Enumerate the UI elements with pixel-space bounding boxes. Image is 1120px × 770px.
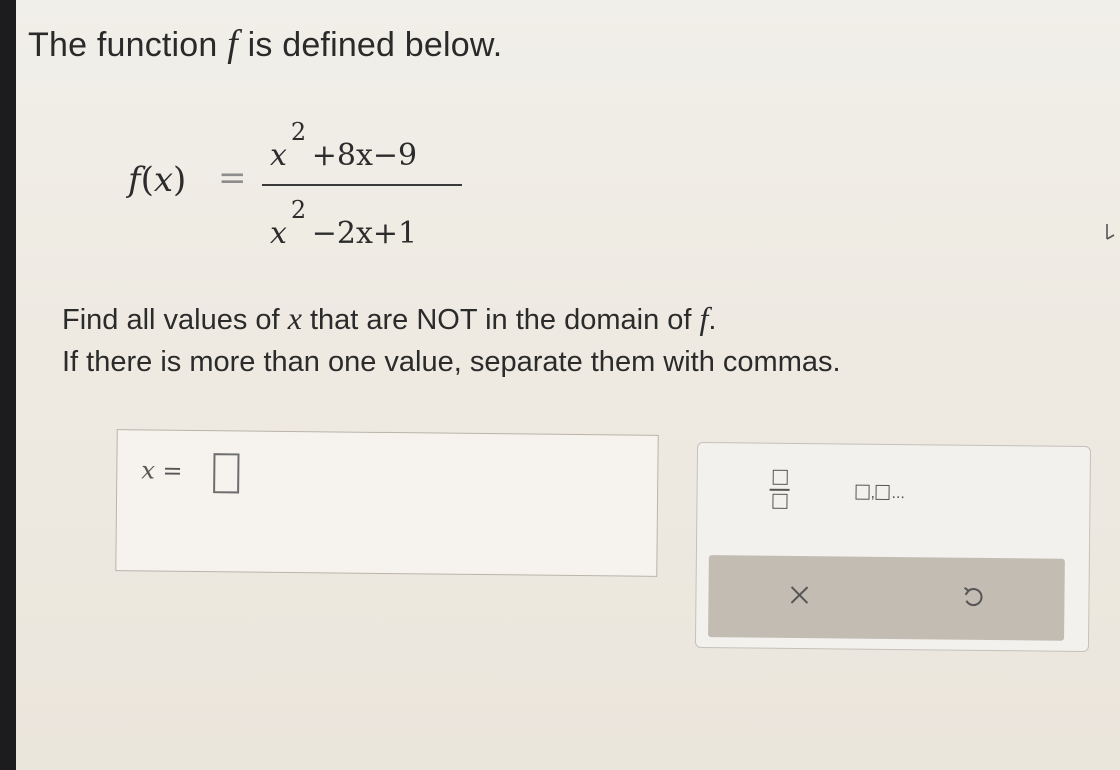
formula-lhs-x: x: [153, 160, 174, 200]
answer-label: x =: [141, 456, 183, 484]
instruction-line-1-middle: that are NOT in the domain of: [309, 304, 692, 336]
numerator-exponent: 2: [290, 118, 307, 146]
answer-area[interactable]: x =: [115, 429, 659, 577]
formula-lhs-f: f: [128, 160, 141, 200]
denominator-exponent: 2: [290, 196, 307, 224]
answer-input[interactable]: [213, 453, 240, 494]
function-name: f: [227, 23, 238, 65]
instruction-line-1-period: .: [708, 304, 717, 336]
fraction-button[interactable]: [767, 468, 791, 512]
clear-button[interactable]: [784, 580, 814, 610]
list-button[interactable]: , ...: [849, 483, 933, 506]
numerator-var: x: [270, 138, 287, 173]
answer-label-equals: =: [154, 456, 183, 485]
answer-label-var: x: [141, 456, 156, 485]
prompt-title-start: The function: [28, 26, 218, 64]
keypad-action-bar: [708, 555, 1065, 641]
mouse-cursor-icon: [1106, 224, 1115, 240]
numerator-rest: +8x−9: [302, 138, 418, 173]
instruction-line-1-start: Find all values of: [62, 304, 280, 336]
prompt-title: The function f is defined below.: [28, 22, 502, 66]
instruction-line-2: If there is more than one value, separat…: [62, 346, 841, 378]
function-formula: f(x) = x2 +8x−9 x2 −2x+1: [128, 110, 488, 260]
instruction-x-var: x: [287, 300, 302, 336]
prompt-title-end: is defined below.: [247, 26, 503, 64]
close-icon: [790, 586, 809, 604]
formula-numerator: x2 +8x−9: [270, 118, 418, 173]
list-dots: ...: [891, 484, 905, 503]
formula-lhs-close-paren: ): [173, 160, 187, 200]
undo-button[interactable]: [958, 582, 988, 612]
denominator-rest: −2x+1: [302, 216, 418, 251]
formula-denominator: x2 −2x+1: [270, 196, 418, 251]
formula-lhs: f(x): [128, 160, 186, 200]
fraction-bar: [262, 184, 462, 186]
math-keypad: , ...: [694, 441, 1092, 653]
formula-equals: =: [218, 158, 247, 198]
screen: The function f is defined below. f(x) = …: [16, 0, 1120, 770]
denominator-var: x: [270, 216, 287, 251]
list-comma: ,: [870, 484, 876, 502]
undo-icon: [963, 586, 983, 607]
formula-lhs-open-paren: (: [140, 160, 154, 200]
instruction-line-1: Find all values of x that are NOT in the…: [62, 300, 716, 337]
